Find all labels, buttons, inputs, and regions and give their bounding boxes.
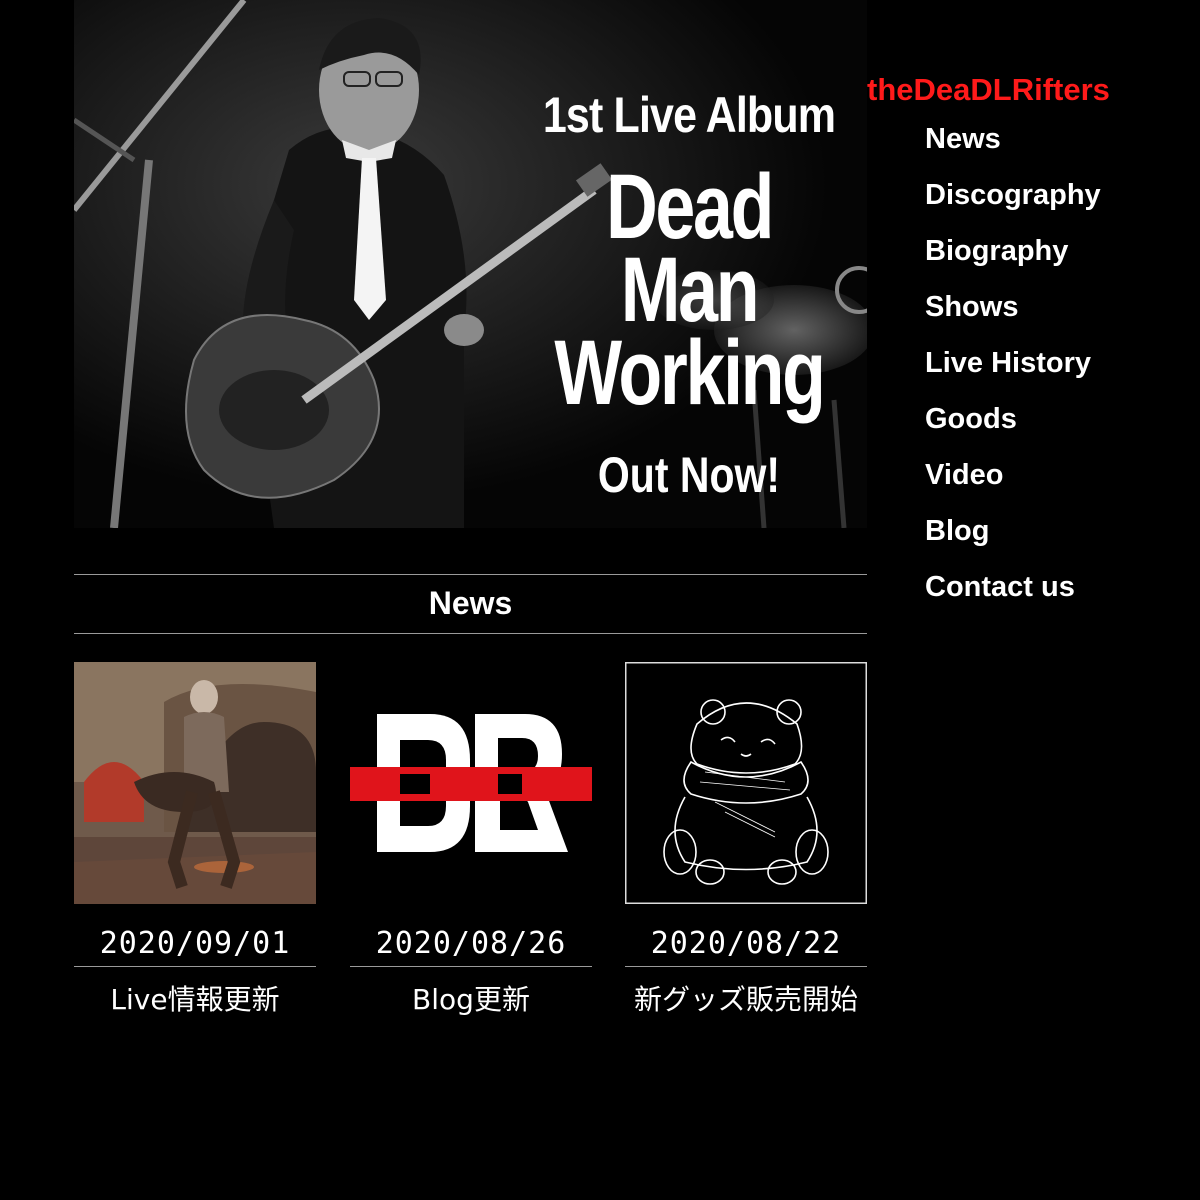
hero-text: 1st Live Album Dead Man Working Out Now! (514, 90, 864, 500)
hero-title-line2: Man (620, 238, 760, 341)
nav-item-goods[interactable]: Goods (925, 398, 1101, 454)
hero-cta: Out Now! (597, 447, 781, 504)
main-nav: News Discography Biography Shows Live Hi… (925, 118, 1101, 622)
nav-item-contact-us[interactable]: Contact us (925, 566, 1101, 622)
nav-item-shows[interactable]: Shows (925, 286, 1101, 342)
news-date: 2020/08/26 (375, 926, 567, 961)
news-date: 2020/09/01 (99, 926, 291, 961)
news-title[interactable]: Live情報更新 (74, 967, 316, 1033)
nav-item-live-history[interactable]: Live History (925, 342, 1101, 398)
news-heading: News (428, 585, 513, 621)
news-date: 2020/08/22 (650, 926, 842, 961)
bass-player-3d-icon (74, 662, 316, 904)
news-divider-bottom (74, 633, 867, 634)
hero-title: Dead Man Working (553, 156, 826, 424)
nav-item-biography[interactable]: Biography (925, 230, 1101, 286)
hero-title-line3: Working (554, 321, 826, 424)
site-logo[interactable]: theDeaDLRifters (867, 72, 1110, 108)
hero-subtitle: 1st Live Album (542, 87, 836, 143)
news-divider-top (74, 574, 867, 575)
nav-item-news[interactable]: News (925, 118, 1101, 174)
news-card: 2020/09/01 Live情報更新 (74, 662, 316, 1033)
news-title[interactable]: 新グッズ販売開始 (625, 967, 867, 1033)
dl-logo-icon (350, 662, 592, 904)
hero-title-line1: Dead (605, 156, 774, 258)
news-card: 2020/08/26 Blog更新 (350, 662, 592, 1033)
nav-item-discography[interactable]: Discography (925, 174, 1101, 230)
news-title[interactable]: Blog更新 (350, 967, 592, 1033)
news-card: 2020/08/22 新グッズ販売開始 (625, 662, 867, 1033)
nav-item-video[interactable]: Video (925, 454, 1101, 510)
news-thumbnail[interactable] (350, 662, 592, 904)
news-thumbnail[interactable] (625, 662, 867, 904)
panda-sketch-icon (625, 662, 867, 904)
hero-banner[interactable]: 1st Live Album Dead Man Working Out Now! (74, 0, 867, 528)
nav-item-blog[interactable]: Blog (925, 510, 1101, 566)
news-thumbnail[interactable] (74, 662, 316, 904)
